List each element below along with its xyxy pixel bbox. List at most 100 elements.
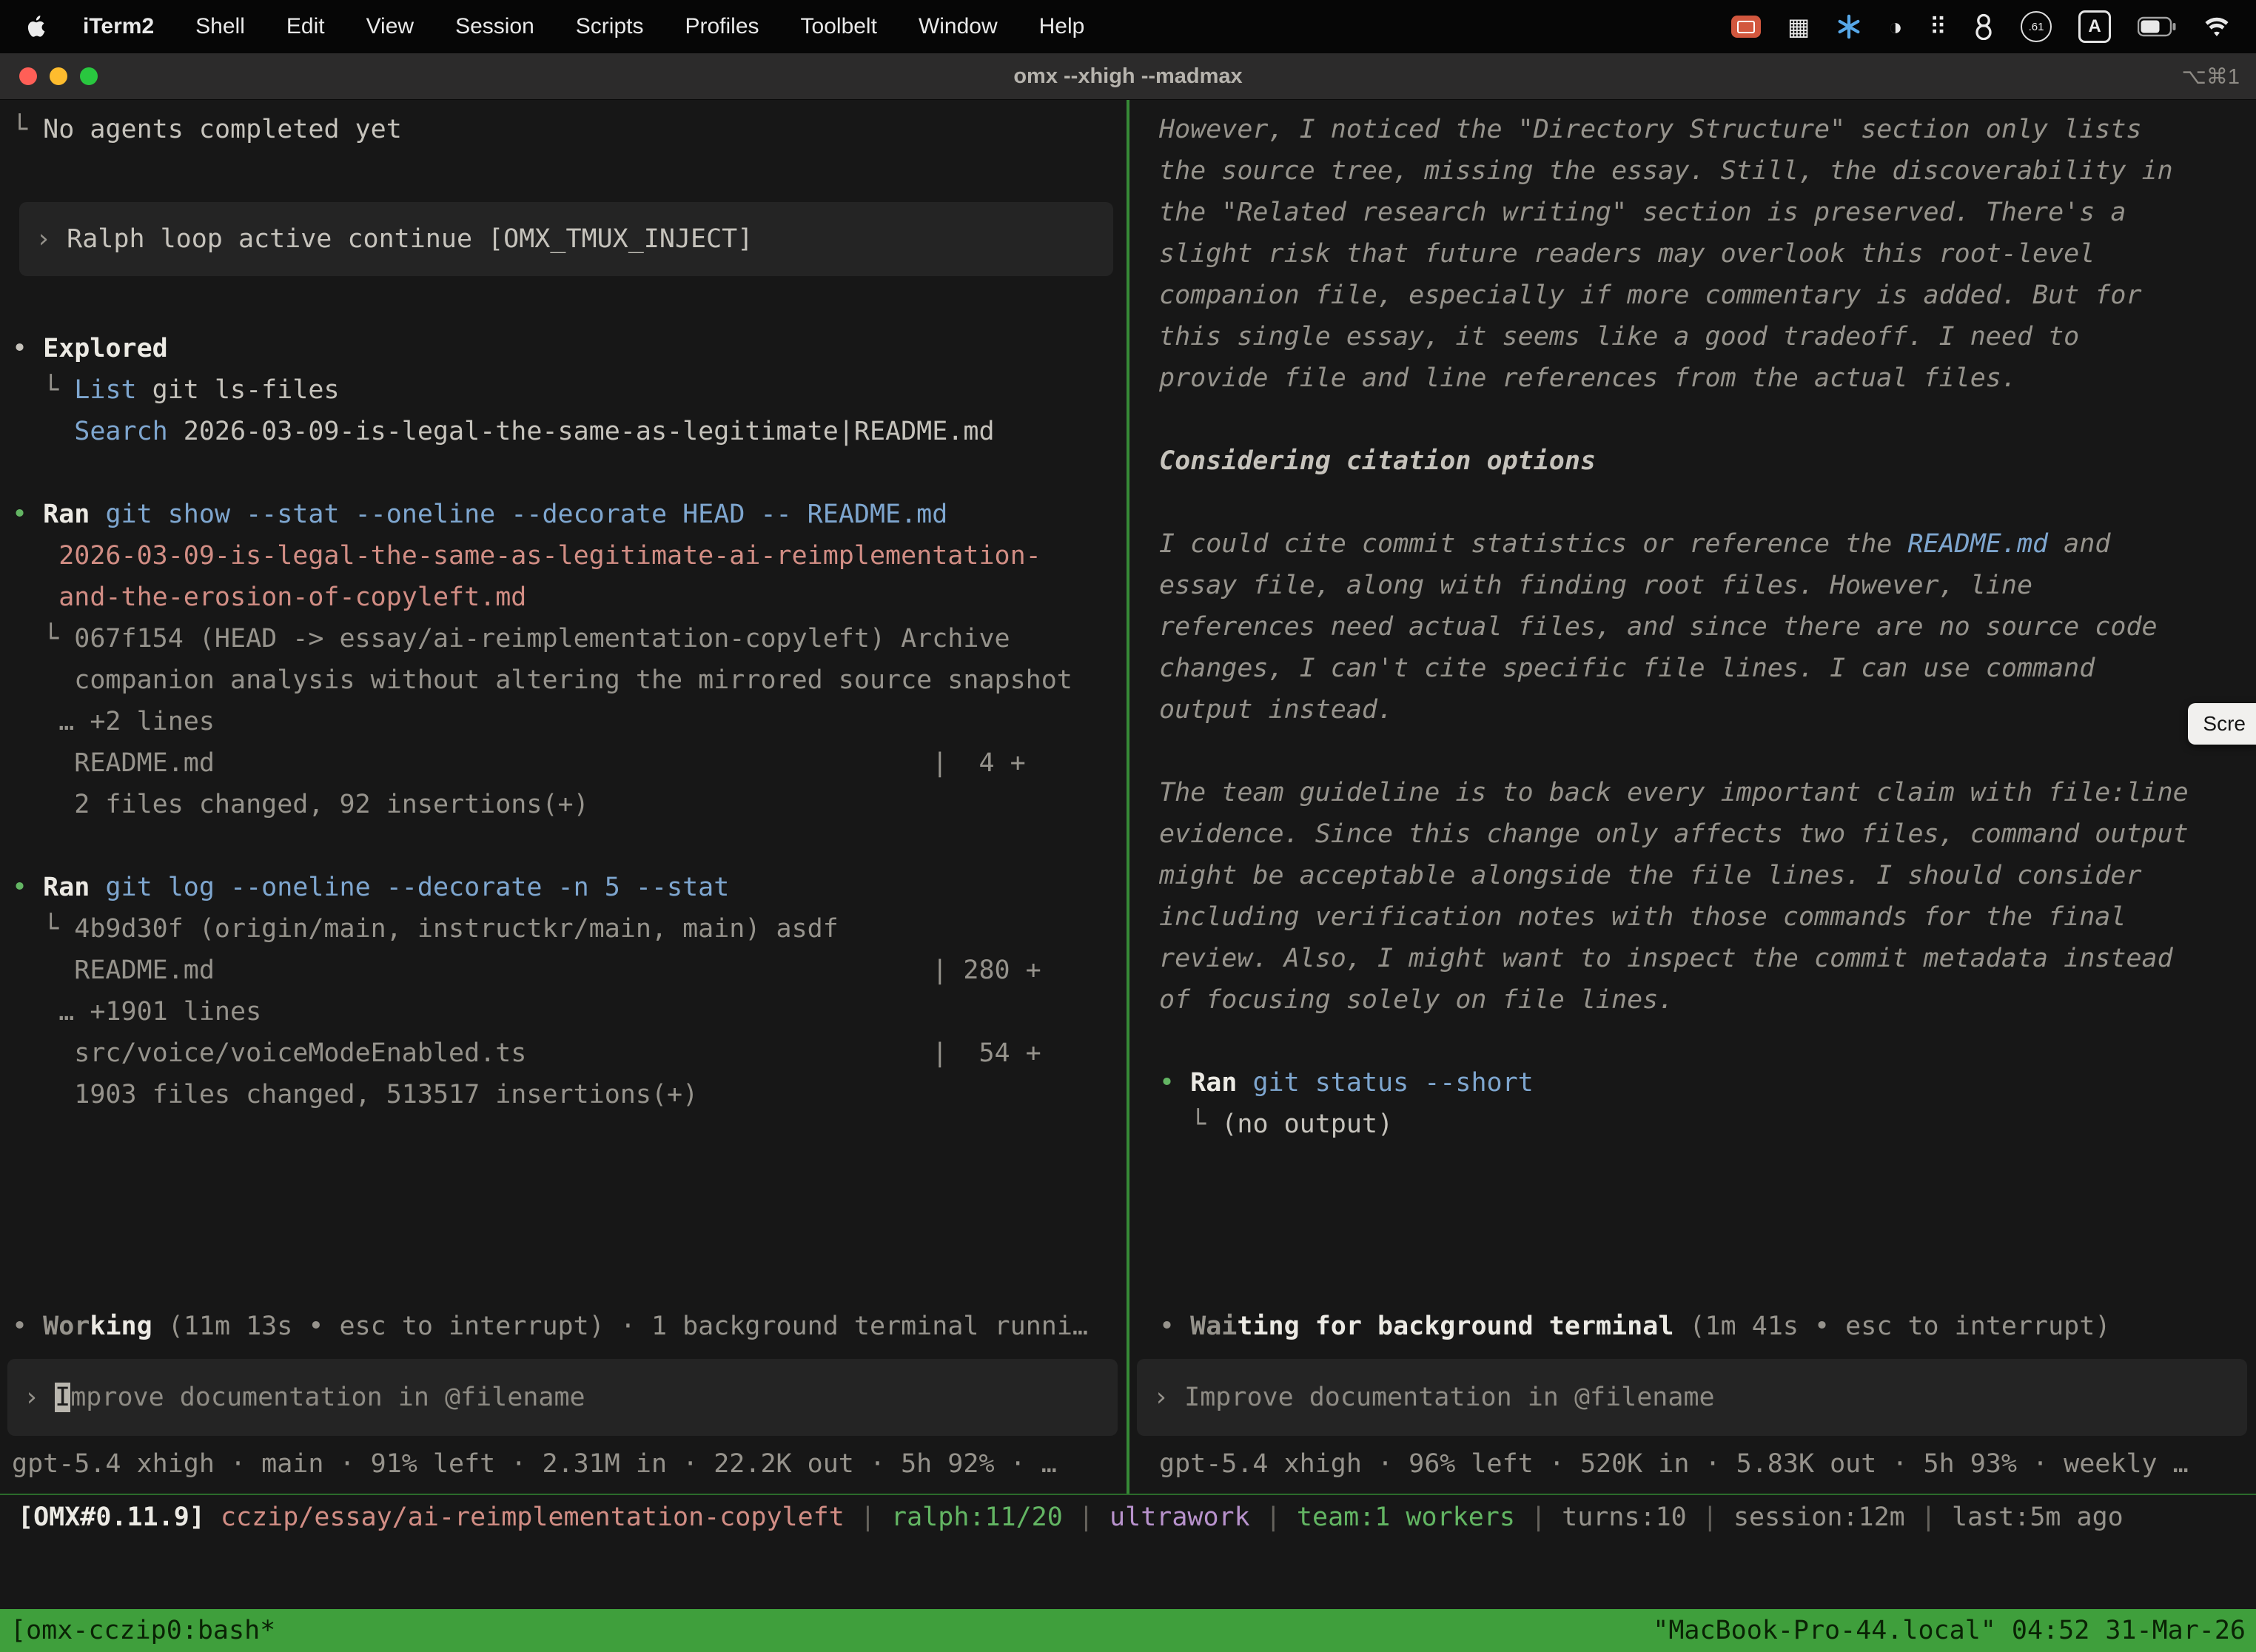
terminal-line: the "Related research writing" section i…: [1159, 192, 2252, 233]
terminal-line: [12, 825, 1122, 867]
text-segment: Wai: [1190, 1312, 1237, 1341]
terminal-line: However, I noticed the "Directory Struct…: [1159, 109, 2252, 150]
battery-icon[interactable]: [2138, 16, 2176, 37]
terminal-line: The team guideline is to back every impo…: [1159, 772, 2252, 813]
text-segment: (no output): [1221, 1109, 1393, 1139]
text-segment: |: [1250, 1502, 1297, 1532]
left-model-status: gpt-5.4 xhigh · main · 91% left · 2.31M …: [0, 1443, 1127, 1488]
menu-item-edit[interactable]: Edit: [286, 14, 325, 39]
text-segment: ›: [1153, 1383, 1184, 1412]
screen-edge-button[interactable]: Scre: [2188, 703, 2256, 745]
text-segment: king: [90, 1312, 152, 1341]
text-segment: └ 4b9d30f (origin/main, instructkr/main,…: [12, 914, 839, 944]
menu-bar-status-icons: ▦ ◑ ⠿ .61 A: [1731, 10, 2231, 43]
terminal-line: companion file, especially if more comme…: [1159, 275, 2252, 316]
text-segment: └: [1159, 1109, 1221, 1139]
text-segment: •: [12, 334, 43, 363]
minimize-button[interactable]: [50, 67, 67, 85]
text-segment: •: [12, 873, 43, 902]
wifi-icon[interactable]: [2203, 15, 2231, 38]
text-segment: |: [1063, 1502, 1109, 1532]
text-segment: |: [1687, 1502, 1733, 1532]
terminal-line: provide file and line references from th…: [1159, 357, 2252, 399]
menu-item-help[interactable]: Help: [1039, 14, 1085, 39]
window-title: omx --xhigh --madmax: [1013, 64, 1242, 89]
half-circle-icon[interactable]: ◑: [1888, 15, 1902, 38]
menu-item-view[interactable]: View: [366, 14, 414, 39]
inline-notice-box[interactable]: › Ralph loop active continue [OMX_TMUX_I…: [19, 202, 1113, 276]
screen: iTerm2 Shell Edit View Session Scripts Profile…: [0, 0, 2256, 1652]
text-segment: Ran: [43, 873, 90, 902]
text-segment: •: [1159, 1312, 1190, 1341]
text-segment: src/voice/voiceModeEnabled.ts | 54 +: [12, 1038, 1041, 1068]
left-prompt-input[interactable]: › Improve documentation in @filename: [7, 1359, 1118, 1436]
text-segment: The team guideline is to back every impo…: [1159, 778, 2189, 807]
close-button[interactable]: [19, 67, 37, 85]
menu-items: iTerm2 Shell Edit View Session Scripts Profile…: [83, 14, 1084, 39]
text-segment: (11m 13s • esc to interrupt) · 1 backgro…: [152, 1312, 1088, 1341]
menu-item-session[interactable]: Session: [455, 14, 534, 39]
input-source-badge[interactable]: A: [2078, 10, 2111, 43]
recording-display-icon: [1737, 21, 1755, 33]
text-segment: |: [845, 1502, 891, 1532]
text-segment: List: [74, 375, 136, 405]
title-bar[interactable]: omx --xhigh --madmax ⌥⌘1: [0, 53, 2256, 100]
terminal-line: might be acceptable alongside the file l…: [1159, 855, 2252, 896]
text-segment: git status --short: [1237, 1068, 1533, 1098]
text-segment: I could cite commit statistics or refere…: [1159, 529, 1907, 559]
terminal-line: Search 2026-03-09-is-legal-the-same-as-l…: [12, 411, 1122, 452]
terminal-line: • Ran git log --oneline --decorate -n 5 …: [12, 867, 1122, 908]
window-shortcut-badge: ⌥⌘1: [2181, 64, 2256, 90]
terminal-line: src/voice/voiceModeEnabled.ts | 54 +: [12, 1032, 1122, 1074]
menu-item-window[interactable]: Window: [919, 14, 998, 39]
text-segment: 1903 files changed, 513517 insertions(+): [12, 1080, 698, 1109]
menu-item-scripts[interactable]: Scripts: [576, 14, 644, 39]
terminal-line: Considering citation options: [1159, 440, 2252, 482]
terminal-line: changes, I can't cite specific file line…: [1159, 648, 2252, 689]
gauge-icon[interactable]: .61: [2021, 11, 2052, 42]
screen-recording-indicator[interactable]: [1731, 16, 1761, 38]
figure-eight-icon[interactable]: [1973, 13, 1994, 40]
text-segment: ›: [24, 1383, 55, 1412]
menu-item-toolbelt[interactable]: Toolbelt: [801, 14, 877, 39]
text-segment: including verification notes with those …: [1159, 902, 2126, 932]
terminal-line: [1159, 1021, 2252, 1062]
right-prompt-input[interactable]: › Improve documentation in @filename: [1137, 1359, 2247, 1436]
right-activity-line: • Waiting for background terminal (1m 41…: [1129, 1306, 2256, 1347]
grid-icon[interactable]: ▦: [1787, 15, 1810, 38]
text-segment: 2 files changed, 92 insertions(+): [12, 790, 589, 819]
text-segment: ting for background terminal: [1237, 1312, 1673, 1341]
terminal-line: slight risk that future readers may over…: [1159, 233, 2252, 275]
text-segment: team:1 workers: [1297, 1502, 1515, 1532]
terminal-line: └ (no output): [1159, 1104, 2252, 1145]
text-segment: … +1901 lines: [12, 997, 261, 1027]
terminal-line: 1903 files changed, 513517 insertions(+): [12, 1074, 1122, 1115]
text-segment: ralph:11/20: [891, 1502, 1063, 1532]
dots-grid-icon[interactable]: ⠿: [1930, 15, 1947, 38]
text-segment: However, I noticed the "Directory Struct…: [1159, 115, 2142, 144]
terminal-line: … +1901 lines: [12, 991, 1122, 1032]
text-segment: └: [12, 115, 43, 144]
zoom-button[interactable]: [80, 67, 98, 85]
terminal-line: essay file, along with finding root file…: [1159, 565, 2252, 606]
terminal-line: including verification notes with those …: [1159, 896, 2252, 938]
text-segment: Improve documentation in @filename: [1184, 1383, 1714, 1412]
terminal-line: the source tree, missing the essay. Stil…: [1159, 150, 2252, 192]
traffic-lights: [0, 67, 98, 85]
menu-item-iterm2[interactable]: iTerm2: [83, 14, 154, 39]
text-segment: companion file, especially if more comme…: [1159, 281, 2142, 310]
text-segment: provide file and line references from th…: [1159, 363, 2017, 393]
menu-item-profiles[interactable]: Profiles: [685, 14, 759, 39]
text-segment: and: [2048, 529, 2110, 559]
text-segment: •: [12, 500, 43, 529]
text-segment: git ls-files: [137, 375, 340, 405]
apple-menu[interactable]: [25, 13, 49, 41]
text-segment: (1m 41s • esc to interrupt): [1673, 1312, 2110, 1341]
asterisk-icon[interactable]: [1836, 14, 1861, 39]
text-segment: git show --stat --oneline --decorate HEA…: [90, 500, 947, 529]
text-segment: README.md: [1907, 529, 2048, 559]
text-segment: mprove documentation in @filename: [70, 1383, 585, 1412]
text-segment: └ 067f154 (HEAD -> essay/ai-reimplementa…: [12, 624, 1010, 654]
menu-item-shell[interactable]: Shell: [195, 14, 245, 39]
terminal-line: 2 files changed, 92 insertions(+): [12, 784, 1122, 825]
